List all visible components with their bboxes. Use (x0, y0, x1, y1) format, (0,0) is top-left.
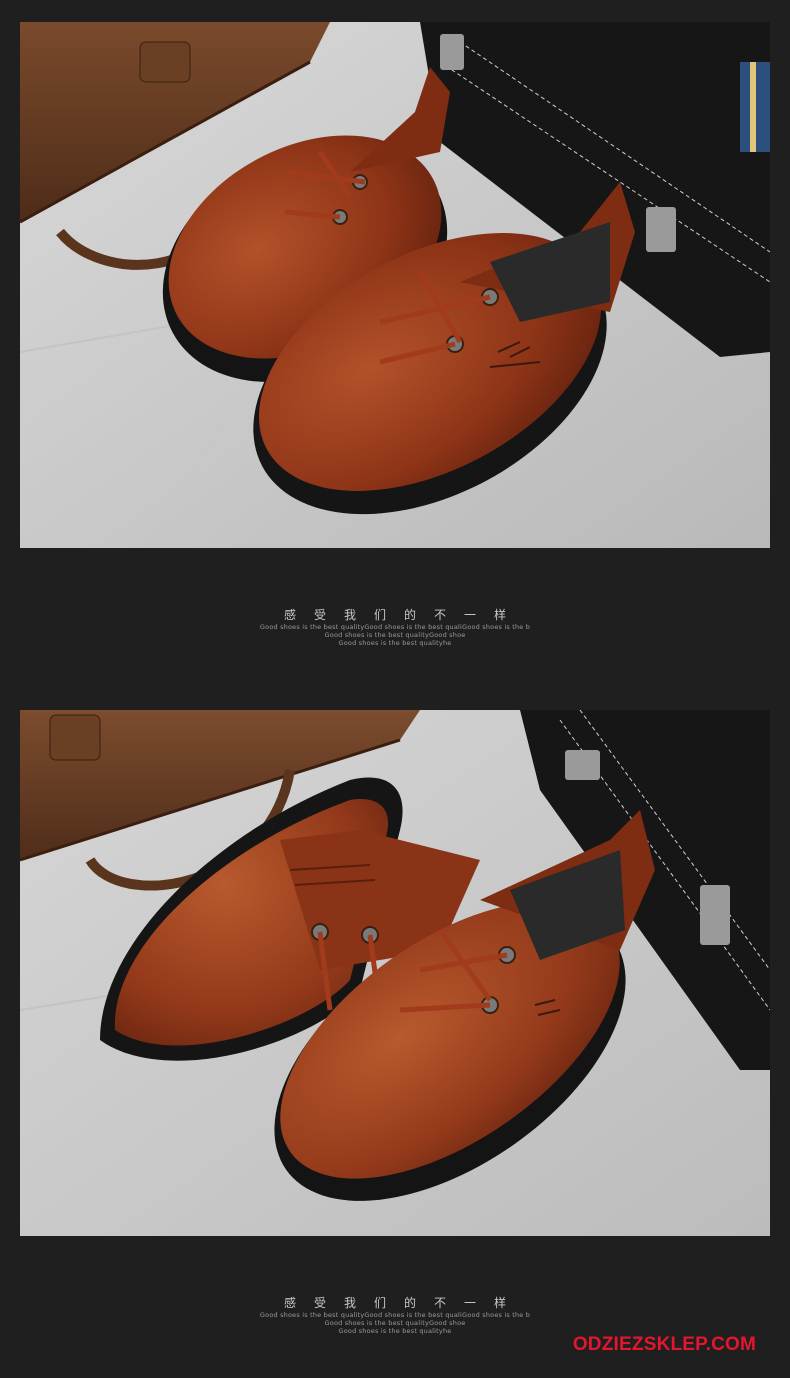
title-char: 感 (283, 1296, 296, 1310)
title-char: 不 (434, 1296, 447, 1310)
caption-subtitle-line: Good shoes is the best qualityhe (338, 639, 452, 647)
shoes-illustration-1 (20, 22, 770, 548)
caption-title-2: 感受我们的不一样 (0, 1294, 790, 1311)
caption-subtitle-line: Good shoes is the best qualityGood shoe (324, 631, 466, 639)
title-char: 我 (343, 608, 356, 622)
caption-title-1: 感受我们的不一样 (0, 606, 790, 623)
title-char: 感 (283, 608, 296, 622)
caption-subtitle-line: Good shoes is the best qualityGood shoe (324, 1319, 466, 1327)
title-char: 受 (313, 1296, 326, 1310)
title-char: 一 (464, 1296, 477, 1310)
title-char: 们 (373, 1296, 386, 1310)
title-char: 样 (494, 608, 507, 622)
title-char: 们 (373, 608, 386, 622)
product-photo-2 (20, 710, 770, 1236)
watermark-text: ODZIEZSKLEP.COM (572, 1334, 756, 1355)
product-photo-1 (20, 22, 770, 548)
title-char: 不 (434, 608, 447, 622)
title-char: 样 (494, 1296, 507, 1310)
shoes-illustration-2 (20, 710, 770, 1236)
title-char: 受 (313, 608, 326, 622)
title-char: 我 (343, 1296, 356, 1310)
caption-block-2: 感 受 我 们 的 不 一 样 Good shoes is the best qualityG… (0, 1294, 790, 1335)
caption-subtitle-line: Good shoes is the best qualityGood shoes… (259, 1311, 531, 1319)
title-char: 的 (404, 608, 417, 622)
caption-subtitle-line: Good shoes is the best qualityGood shoes… (259, 623, 531, 631)
title-char: 的 (404, 1296, 417, 1310)
title-char: 一 (464, 608, 477, 622)
caption-block-1: 感 受 我 们 的 不 一 样 Good shoes is the best qualityG… (0, 606, 790, 647)
